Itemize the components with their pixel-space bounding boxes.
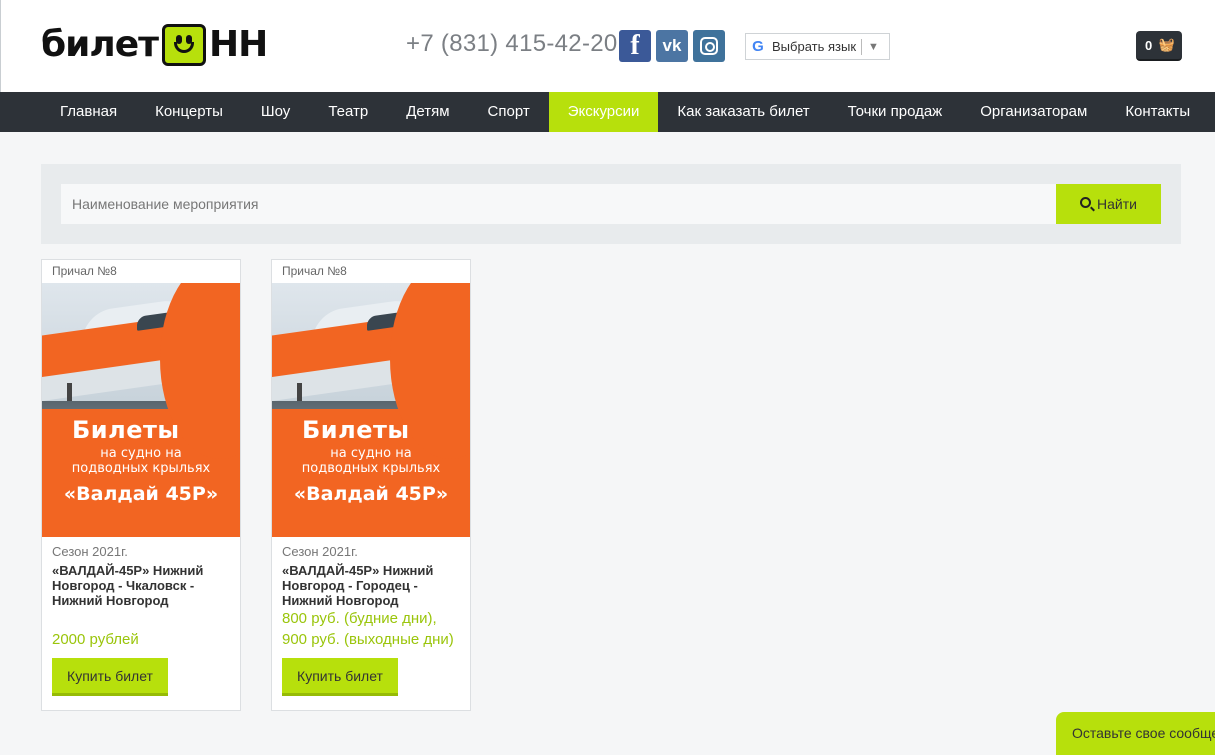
poster-title: Билеты — [302, 416, 410, 444]
google-icon: G — [752, 38, 764, 55]
nav-item-theatre[interactable]: Театр — [309, 92, 387, 132]
nav-item-points-of-sale[interactable]: Точки продаж — [829, 92, 962, 132]
event-price-weekends: 900 руб. (выходные дни) — [282, 631, 454, 648]
basket-icon: 🧺 — [1158, 37, 1175, 52]
nav-item-excursions[interactable]: Экскурсии — [548, 92, 659, 132]
cart-count: 0 — [1145, 37, 1153, 53]
triangle-down-icon: ▼ — [868, 40, 879, 53]
nav-item-organizers[interactable]: Организаторам — [961, 92, 1106, 132]
nav-item-home[interactable]: Главная — [41, 92, 136, 132]
event-season: Сезон 2021г. — [282, 544, 358, 559]
event-card: Причал №8 Билеты на судно на подводных к… — [41, 259, 241, 711]
event-season: Сезон 2021г. — [52, 544, 128, 559]
buy-ticket-button[interactable]: Купить билет — [282, 658, 398, 696]
event-poster-image[interactable]: Билеты на судно на подводных крыльях «Ва… — [42, 283, 240, 537]
logo-word-left: билет — [41, 24, 159, 65]
instagram-icon[interactable] — [693, 30, 725, 62]
search-input[interactable] — [61, 184, 1057, 224]
poster-vessel-name: «Валдай 45Р» — [293, 483, 449, 505]
nav-item-how-to-order[interactable]: Как заказать билет — [658, 92, 828, 132]
poster-vessel-name: «Валдай 45Р» — [63, 483, 219, 505]
event-venue: Причал №8 — [282, 264, 347, 278]
poster-title: Билеты — [72, 416, 180, 444]
nav-item-concerts[interactable]: Концерты — [136, 92, 242, 132]
facebook-icon[interactable]: f — [619, 30, 651, 62]
event-title[interactable]: «ВАЛДАЙ-45Р» Нижний Новгород - Городец -… — [272, 559, 470, 608]
event-poster-image[interactable]: Билеты на судно на подводных крыльях «Ва… — [272, 283, 470, 537]
poster-subtitle: на судно на подводных крыльях — [301, 446, 441, 476]
language-select-label: Выбрать язык — [772, 39, 857, 54]
search-icon — [1080, 197, 1092, 208]
nav-item-sport[interactable]: Спорт — [469, 92, 549, 132]
search-button-label: Найти — [1097, 196, 1137, 212]
event-venue: Причал №8 — [52, 264, 117, 278]
event-title[interactable]: «ВАЛДАЙ-45Р» Нижний Новгород - Чкаловск … — [42, 559, 240, 608]
logo-word-right: НН — [209, 24, 268, 65]
site-header: билет НН +7 (831) 415-42-20 f vk G Выбра… — [0, 0, 1215, 92]
vkontakte-icon[interactable]: vk — [656, 30, 688, 62]
language-select[interactable]: G Выбрать язык ▼ — [745, 33, 890, 60]
buy-ticket-button[interactable]: Купить билет — [52, 658, 168, 696]
nav-item-kids[interactable]: Детям — [387, 92, 468, 132]
nav-item-contacts[interactable]: Контакты — [1106, 92, 1209, 132]
search-bar: Найти — [41, 164, 1181, 244]
event-price: 2000 рублей — [52, 631, 139, 648]
phone-number[interactable]: +7 (831) 415-42-20 — [406, 30, 618, 58]
main-nav: Главная Концерты Шоу Театр Детям Спорт Э… — [0, 92, 1215, 132]
divider — [861, 38, 863, 55]
event-price-weekdays: 800 руб. (будние дни), — [282, 610, 437, 627]
smiley-logo-icon — [162, 24, 207, 66]
search-button[interactable]: Найти — [1056, 184, 1161, 224]
poster-subtitle: на судно на подводных крыльях — [71, 446, 211, 476]
site-logo[interactable]: билет НН — [41, 24, 268, 66]
cart-button[interactable]: 0 🧺 — [1136, 31, 1182, 61]
nav-item-show[interactable]: Шоу — [242, 92, 309, 132]
event-card: Причал №8 Билеты на судно на подводных к… — [271, 259, 471, 711]
leave-message-widget[interactable]: Оставьте свое сообщение — [1056, 712, 1215, 755]
